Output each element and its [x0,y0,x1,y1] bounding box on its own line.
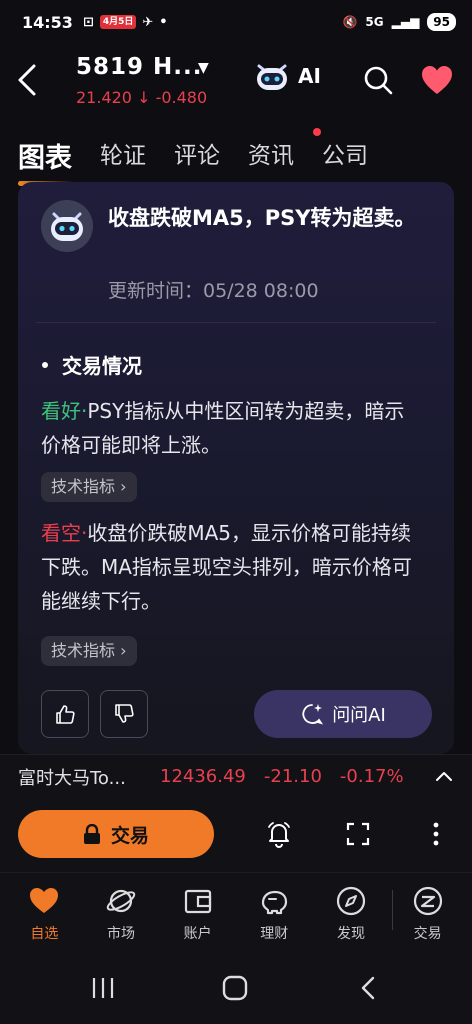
bullish-tag: 看好 [41,399,81,423]
ai-assistant-button[interactable]: AI [254,60,321,92]
bottom-nav: 自选 市场 账户 理财 发现 交易 [0,872,472,950]
ask-ai-button[interactable]: 问问AI [254,690,432,738]
tab-company[interactable]: 公司 [322,136,368,180]
system-navigation-bar [0,950,472,1024]
thumbs-down-button[interactable] [100,690,148,738]
tab-news[interactable]: 资讯 [248,136,294,180]
robot-icon [257,64,287,90]
bullish-text: PSY指标从中性区间转为超卖，暗示价格可能即将上涨。 [41,399,405,457]
system-back-icon[interactable] [354,974,384,1002]
action-bar: 交易 [0,798,472,872]
calendar-badge: 4月5日 [99,15,137,29]
notification-dot-icon: • [159,14,168,30]
nav-label: 理财 [260,926,289,942]
tab-comments[interactable]: 评论 [174,136,220,180]
nav-trade[interactable]: 交易 [398,885,458,950]
caret-down-icon[interactable]: ▼ [198,60,209,76]
planet-icon [106,889,136,913]
index-ticker-bar[interactable]: 富时大马To... 12436.49 -21.10 -0.17% [0,754,472,798]
stock-ticker[interactable]: 5819 H... [76,54,202,80]
wallet-icon [184,889,211,914]
search-icon[interactable] [362,64,394,96]
robot-avatar-icon [41,200,93,252]
chevron-right-icon: › [120,477,127,496]
chevron-right-icon: › [120,641,127,660]
mute-icon: 🔇 [342,15,358,29]
section-title: 交易情况 [42,350,142,379]
chat-sparkle-icon [302,704,324,725]
nav-label: 发现 [336,926,365,942]
chip-label: 技术指标 [51,641,116,660]
ai-label: AI [298,64,321,88]
tab-warrants[interactable]: 轮证 [100,136,146,180]
nav-label: 交易 [413,926,442,942]
favorite-heart-icon[interactable] [420,64,454,96]
bearish-tag: 看空 [41,521,81,545]
screen-record-icon: ⊡ [82,14,94,30]
price-alert-bell-icon[interactable] [265,820,293,848]
bearish-text: 收盘价跌破MA5，显示价格可能持续下跌。MA指标呈现空头排列，暗示价格可能继续下… [41,521,412,613]
ai-analysis-card: 收盘跌破MA5，PSY转为超卖。 更新时间：05/28 08:00 交易情况 看… [18,182,454,754]
nav-watchlist[interactable]: 自选 [14,885,74,950]
technical-indicator-chip[interactable]: 技术指标 › [41,636,137,666]
nav-separator [392,890,393,930]
status-time: 14:53 [22,12,73,32]
trade-label: 交易 [110,824,149,847]
nav-label: 账户 [183,926,212,942]
fullscreen-icon[interactable] [344,820,372,848]
recent-apps-icon[interactable] [88,974,118,1002]
nav-wealth[interactable]: 理财 [244,885,304,950]
thumbs-up-button[interactable] [41,690,89,738]
network-label: 5G [365,15,384,29]
news-unread-dot [313,128,321,136]
stock-price: 21.420 [76,88,132,107]
trade-button[interactable]: 交易 [18,810,214,858]
section-title-text: 交易情况 [62,354,142,378]
bullet-dot [42,361,48,368]
home-icon[interactable] [220,974,250,1002]
heart-icon [30,888,59,913]
piggy-bank-icon [262,890,288,915]
compass-icon [336,886,366,916]
trade-icon [413,886,442,916]
lock-icon [83,824,100,844]
battery-indicator: 95 [427,13,456,31]
price-row: 21.420 ↓ -0.480 [76,88,207,107]
index-name: 富时大马To... [18,767,126,789]
nav-account[interactable]: 账户 [168,885,228,950]
nav-market[interactable]: 市场 [91,885,151,950]
down-arrow-icon: ↓ [137,88,151,107]
back-arrow-icon[interactable] [14,62,42,98]
update-time: 更新时间：05/28 08:00 [108,280,319,302]
tab-chart[interactable]: 图表 [18,136,74,186]
stock-header: 5819 H... ▼ 21.420 ↓ -0.480 AI [0,44,472,118]
more-options-icon[interactable] [422,820,450,848]
technical-indicator-chip[interactable]: 技术指标 › [41,472,137,502]
bearish-paragraph: 看空·收盘价跌破MA5，显示价格可能持续下跌。MA指标呈现空头排列，暗示价格可能… [41,516,421,618]
price-change: -0.480 [155,88,208,107]
chevron-up-icon[interactable] [434,767,454,787]
thumbs-down-icon [115,704,134,723]
analysis-headline: 收盘跌破MA5，PSY转为超卖。 [108,206,416,230]
divider [36,322,436,323]
section-tabs: 图表 轮证 评论 资讯 公司 [0,136,472,186]
index-change: -21.10 [263,766,322,787]
app-notification-icon: ✈ [142,14,154,30]
thumbs-up-icon [56,705,75,724]
index-value: 12436.49 [160,766,246,787]
ask-ai-label: 问问AI [332,705,386,726]
bullish-paragraph: 看好·PSY指标从中性区间转为超卖，暗示价格可能即将上涨。 [41,394,421,462]
signal-icon: ▂▄▆ [391,15,420,29]
nav-label: 自选 [30,926,59,942]
chip-label: 技术指标 [51,477,116,496]
index-percent: -0.17% [339,766,404,787]
status-bar: 14:53 ⊡ 4月5日 ✈ • 🔇 5G ▂▄▆ 95 [0,0,472,44]
nav-discover[interactable]: 发现 [321,885,381,950]
nav-label: 市场 [106,926,135,942]
